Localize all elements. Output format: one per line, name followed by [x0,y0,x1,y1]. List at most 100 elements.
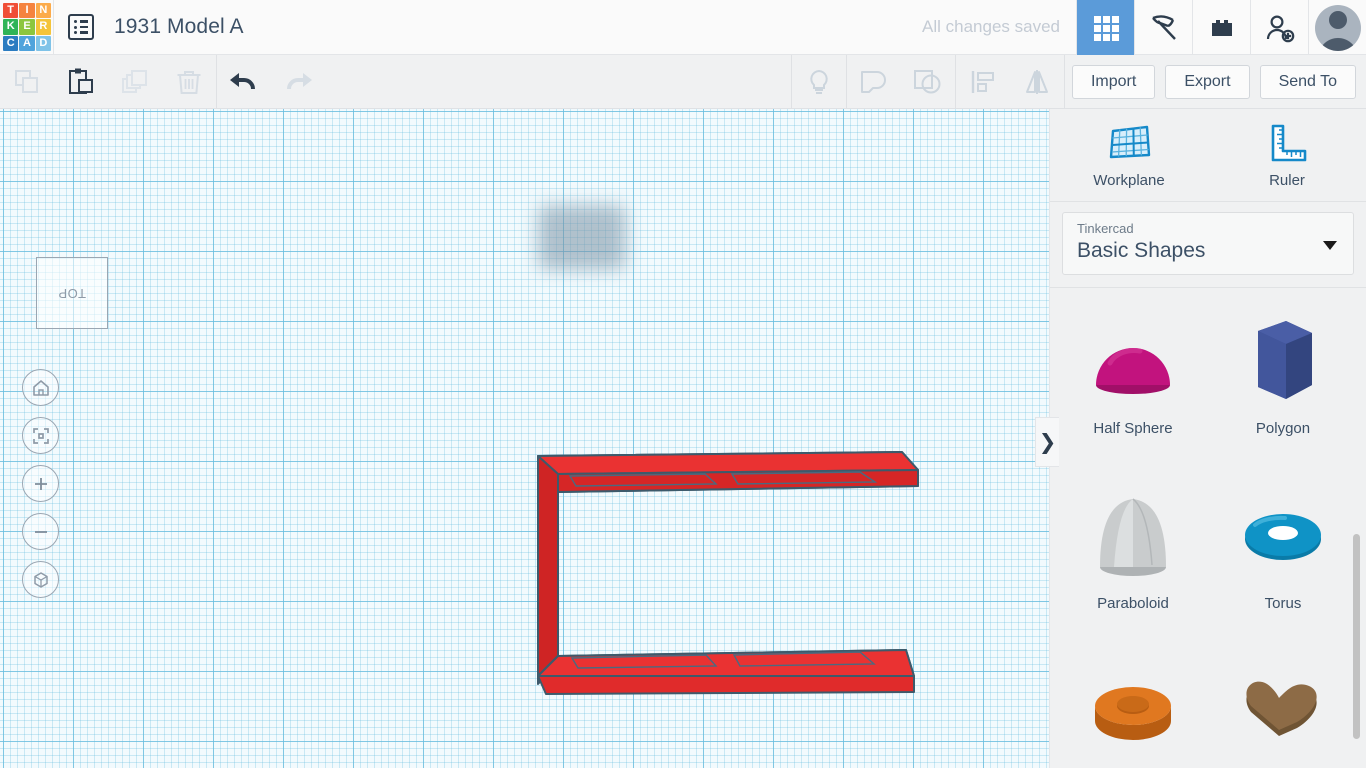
shapes-side-panel: Workplane Ruler Tinkercad Basic Shapes H… [1049,109,1366,768]
minus-icon [34,530,47,533]
shape-label: Half Sphere [1093,420,1173,437]
ruler-tool[interactable]: Ruler [1208,109,1366,201]
shape-item-tube[interactable]: Tube [1058,652,1208,768]
redo-arrow-icon [287,72,312,89]
page-title[interactable]: 1931 Model A [114,15,244,39]
mirror-button[interactable] [1010,55,1064,109]
shape-label: Polygon [1255,420,1311,437]
ortho-toggle-button[interactable] [22,561,59,598]
home-view-button[interactable] [22,369,59,406]
group-shapes-icon [860,70,886,93]
shape-item-polygon[interactable]: Polygon [1208,302,1358,477]
avatar [1314,4,1361,51]
toolbar-divider-5 [1063,54,1065,109]
workplane-icon [1109,125,1151,159]
top-header-bar: T I N K E R C A D 1931 Model A All chang… [0,0,1366,55]
zoom-out-button[interactable] [22,513,59,550]
send-to-button[interactable]: Send To [1259,64,1356,99]
shapes-panel-scrollbar[interactable] [1353,534,1360,739]
copy-icon [15,69,38,93]
nav-blocks-button[interactable] [1192,0,1250,55]
panel-collapse-toggle[interactable]: ❯ [1035,417,1059,467]
header-divider [53,0,54,54]
mirror-icon [1025,69,1048,94]
paste-icon [69,68,93,94]
workplane-tool[interactable]: Workplane [1050,109,1208,201]
paste-button[interactable] [54,55,108,109]
delete-button[interactable] [162,55,216,109]
lightbulb-icon [810,69,828,94]
redo-button[interactable] [271,55,325,109]
add-person-icon [1266,14,1294,42]
shape-item-paraboloid[interactable]: Paraboloid [1058,477,1208,652]
edit-toolbar: Import Export Send To [0,54,1366,109]
view-cube-label: TOP [58,285,86,301]
shapes-grid: Half Sphere Polygon Paraboloid Torus [1050,287,1366,768]
library-category: Tinkercad [1077,221,1134,236]
fit-brackets-icon [32,427,49,444]
polygon-icon [1258,321,1312,399]
half-sphere-icon [1096,348,1170,394]
header-nav [1076,0,1366,55]
logo-tile-e: E [19,19,35,35]
logo-tile-i: I [19,3,35,19]
undo-arrow-icon [230,72,255,89]
cube-icon [33,571,48,588]
lego-brick-icon [1211,19,1232,36]
workplane-label: Workplane [1093,172,1165,189]
hint-button[interactable] [792,55,846,109]
tinkercad-logo[interactable]: T I N K E R C A D [1,1,53,53]
logo-tile-t: T [3,3,19,19]
library-selected: Basic Shapes [1077,239,1206,262]
workplane-canvas[interactable]: TOP [0,109,1049,768]
tube-icon [1095,686,1171,740]
ungroup-button[interactable] [901,55,955,109]
tinkercad-app: T I N K E R C A D 1931 Model A All chang… [0,0,1366,768]
offscreen-shadow-object [538,205,626,270]
align-button[interactable] [956,55,1010,109]
copy-button[interactable] [0,55,54,109]
heart-icon [1246,681,1317,736]
logo-tile-n: N [35,3,51,19]
undo-button[interactable] [217,55,271,109]
ruler-icon [1271,124,1307,162]
grid-icon [1093,15,1119,41]
torus-thumb [1233,483,1333,593]
logo-tile-r: R [35,19,51,35]
import-button[interactable]: Import [1071,64,1156,99]
paraboloid-thumb [1088,483,1178,593]
heart-thumb [1233,658,1333,768]
nav-grid-button[interactable] [1076,0,1134,55]
export-button[interactable]: Export [1165,64,1250,99]
ruler-label: Ruler [1269,172,1305,189]
shape-item-torus[interactable]: Torus [1208,477,1358,652]
model-3d-shape[interactable] [530,444,930,704]
shape-library-dropdown[interactable]: Tinkercad Basic Shapes [1062,212,1354,275]
chevron-right-icon: ❯ [1038,430,1057,454]
view-cube[interactable]: TOP [36,257,108,329]
save-status: All changes saved [922,17,1060,36]
nav-invite-button[interactable] [1250,0,1308,55]
polygon-thumb [1238,308,1328,418]
shape-item-heart[interactable]: Heart [1208,652,1358,768]
panel-tools: Workplane Ruler [1050,109,1366,202]
plus-icon [34,477,47,490]
chevron-down-icon [1323,240,1337,250]
trash-icon [177,70,201,94]
zoom-in-button[interactable] [22,465,59,502]
tube-thumb [1083,658,1183,768]
shape-label: Paraboloid [1097,595,1169,612]
fit-to-view-button[interactable] [22,417,59,454]
duplicate-button[interactable] [108,55,162,109]
user-avatar-button[interactable] [1308,0,1366,55]
document-list-icon[interactable] [68,14,94,40]
pickaxe-icon [1151,14,1176,40]
group-button[interactable] [847,55,901,109]
align-icon [971,70,994,93]
half-sphere-thumb [1088,308,1178,418]
logo-tile-d: D [35,35,51,51]
ungroup-shapes-icon [913,69,941,93]
shape-item-half-sphere[interactable]: Half Sphere [1058,302,1208,477]
nav-minecraft-button[interactable] [1134,0,1192,55]
torus-icon [1245,514,1321,560]
